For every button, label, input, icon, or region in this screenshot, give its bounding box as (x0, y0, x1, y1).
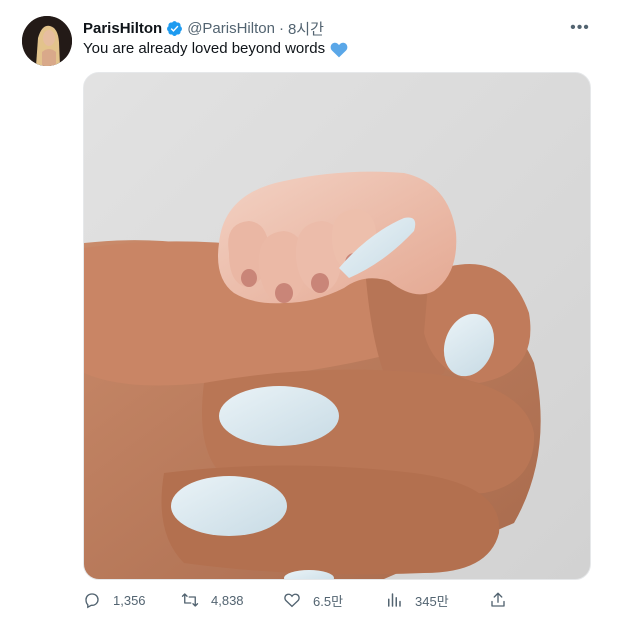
share-icon (491, 592, 505, 607)
verified-badge-icon (167, 20, 183, 36)
like-button[interactable]: 6.5만 (283, 588, 343, 612)
views-button[interactable]: 345만 (385, 588, 449, 612)
views-chart-icon (388, 593, 401, 607)
reply-button[interactable]: 1,356 (83, 588, 146, 612)
like-heart-icon (284, 593, 300, 608)
retweet-count: 4,838 (211, 592, 244, 608)
retweet-icon (181, 593, 199, 607)
user-handle[interactable]: @ParisHilton (187, 20, 275, 37)
share-button[interactable] (489, 588, 507, 612)
blue-heart-icon (330, 42, 348, 57)
tweet-actions: 1,356 4,838 6.5만 345만 (83, 588, 513, 612)
tweet-text-row: You are already loved beyond words (83, 39, 348, 59)
avatar-image (22, 16, 72, 66)
retweet-button[interactable]: 4,838 (181, 588, 244, 612)
tweet-media-photo[interactable] (83, 72, 591, 580)
separator-dot: · (278, 19, 284, 37)
more-options-icon[interactable]: ••• (568, 16, 592, 40)
avatar[interactable] (22, 16, 72, 66)
timestamp[interactable]: 8시간 (288, 18, 324, 39)
like-count: 6.5만 (313, 593, 344, 609)
reply-icon (85, 593, 99, 609)
baby-hand-photo-icon (84, 73, 590, 579)
reply-count: 1,356 (113, 592, 146, 608)
tweet-text: You are already loved beyond words (83, 40, 326, 57)
tweet-card[interactable]: ParisHilton @ParisHilton · 8시간 ••• You a… (0, 0, 626, 620)
tweet-header: ParisHilton @ParisHilton · 8시간 (83, 18, 324, 38)
view-count: 345만 (415, 593, 449, 609)
display-name[interactable]: ParisHilton (83, 20, 162, 37)
